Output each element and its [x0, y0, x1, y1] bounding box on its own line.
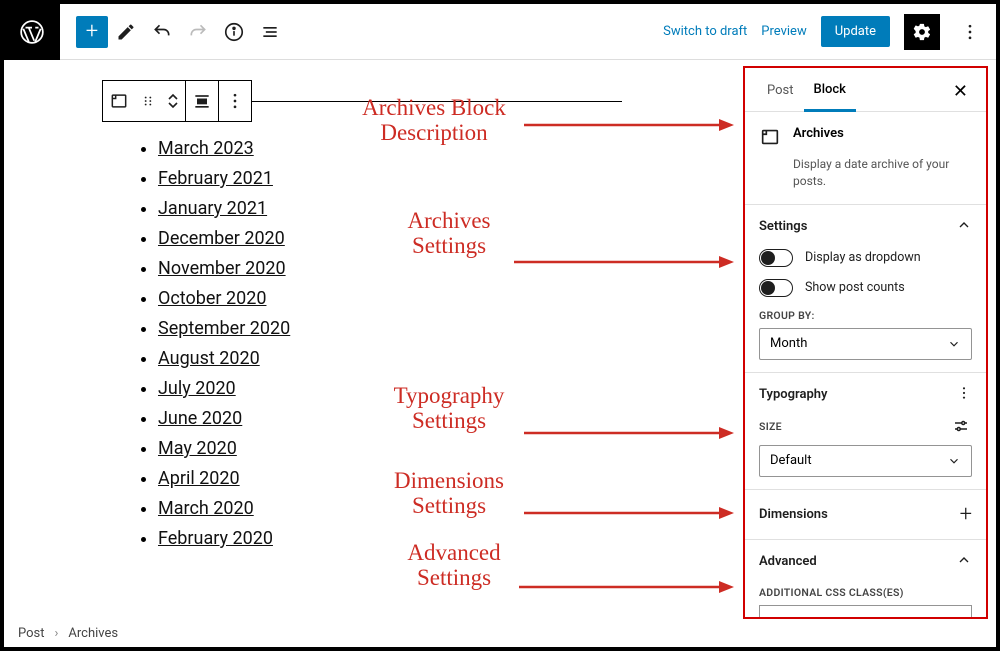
archive-item: August 2020 [158, 344, 719, 374]
archive-item: November 2020 [158, 254, 719, 284]
wordpress-logo[interactable] [4, 4, 60, 60]
archive-link[interactable]: April 2020 [158, 468, 240, 489]
more-menu-button[interactable] [954, 14, 986, 50]
archive-link[interactable]: September 2020 [158, 318, 290, 339]
archive-item: July 2020 [158, 374, 719, 404]
plus-icon[interactable]: + [960, 502, 972, 527]
dimensions-section: Dimensions + [745, 489, 986, 539]
group-by-label: Group by: [759, 309, 972, 322]
move-arrows-icon[interactable] [161, 81, 185, 121]
chevron-down-icon [947, 454, 961, 468]
archive-link[interactable]: May 2020 [158, 438, 237, 459]
advanced-section: Advanced Additional CSS class(es) [745, 539, 986, 619]
block-description: Display a date archive of your posts. [745, 156, 986, 204]
group-by-select[interactable]: Month [759, 328, 972, 360]
toggle-display-dropdown[interactable] [759, 249, 793, 267]
breadcrumb: Post › Archives [18, 626, 118, 641]
size-select[interactable]: Default [759, 445, 972, 477]
archive-item: February 2020 [158, 524, 719, 554]
tab-post[interactable]: Post [757, 73, 804, 110]
archive-item: December 2020 [158, 224, 719, 254]
archive-item: October 2020 [158, 284, 719, 314]
breadcrumb-leaf[interactable]: Archives [68, 626, 118, 641]
block-toolbar [102, 80, 252, 122]
archive-item: March 2023 [158, 134, 719, 164]
breadcrumb-root[interactable]: Post [18, 626, 45, 641]
switch-to-draft-button[interactable]: Switch to draft [663, 24, 747, 39]
info-icon[interactable] [216, 14, 252, 50]
block-more-icon[interactable] [219, 81, 251, 121]
toggle-dropdown-label: Display as dropdown [805, 250, 921, 265]
block-info: Archives [745, 112, 986, 156]
typography-more-icon[interactable] [956, 385, 972, 405]
breadcrumb-sep-icon: › [55, 626, 59, 641]
toolbar-rule [252, 101, 622, 102]
archive-link[interactable]: November 2020 [158, 258, 286, 279]
settings-sidebar: Post Block ✕ Archives Display a date arc… [743, 66, 988, 619]
settings-button[interactable] [904, 14, 940, 50]
toggle-counts-label: Show post counts [805, 280, 905, 295]
archive-item: June 2020 [158, 404, 719, 434]
advanced-section-header[interactable]: Advanced [759, 552, 972, 572]
close-sidebar-icon[interactable]: ✕ [947, 75, 974, 108]
typography-section: Typography Size Default [745, 372, 986, 489]
add-block-button[interactable]: + [76, 16, 108, 48]
block-name: Archives [793, 126, 844, 141]
editor-top-bar: + Switch to draft Preview Update [4, 4, 996, 60]
archive-item: January 2021 [158, 194, 719, 224]
archive-item: April 2020 [158, 464, 719, 494]
archive-item: May 2020 [158, 434, 719, 464]
archive-link[interactable]: October 2020 [158, 288, 266, 309]
archives-icon [759, 126, 783, 150]
dimensions-section-header[interactable]: Dimensions + [759, 502, 972, 527]
archive-item: February 2021 [158, 164, 719, 194]
drag-handle-icon[interactable] [135, 81, 161, 121]
sidebar-tabs: Post Block ✕ [745, 68, 986, 112]
archive-link[interactable]: August 2020 [158, 348, 260, 369]
archive-link[interactable]: March 2023 [158, 138, 254, 159]
archive-link[interactable]: March 2020 [158, 498, 254, 519]
archive-link[interactable]: July 2020 [158, 378, 236, 399]
archive-item: March 2020 [158, 494, 719, 524]
css-classes-label: Additional CSS class(es) [759, 586, 972, 599]
edit-tool-icon[interactable] [108, 14, 144, 50]
editor-canvas: March 2023 February 2021 January 2021 Decem… [4, 60, 743, 631]
archives-list: March 2023 February 2021 January 2021 Decem… [138, 134, 719, 554]
archive-link[interactable]: June 2020 [158, 408, 242, 429]
arrow-5 [519, 577, 734, 597]
tab-block[interactable]: Block [804, 72, 856, 112]
size-label: Size [759, 420, 782, 433]
archive-link[interactable]: February 2020 [158, 528, 273, 549]
block-type-icon[interactable] [103, 81, 135, 121]
align-icon[interactable] [186, 81, 218, 121]
preview-button[interactable]: Preview [761, 24, 806, 39]
archive-link[interactable]: January 2021 [158, 198, 267, 219]
toggle-show-counts[interactable] [759, 279, 793, 297]
settings-section: Settings Display as dropdown Show post c… [745, 204, 986, 372]
chevron-up-icon [956, 552, 972, 572]
chevron-up-icon [956, 217, 972, 237]
typography-section-header[interactable]: Typography [759, 385, 972, 405]
chevron-down-icon [947, 337, 961, 351]
update-button[interactable]: Update [821, 16, 890, 47]
archive-item: September 2020 [158, 314, 719, 344]
archive-link[interactable]: February 2021 [158, 168, 273, 189]
css-classes-input[interactable] [759, 605, 972, 619]
settings-section-header[interactable]: Settings [759, 217, 972, 237]
redo-icon[interactable] [180, 14, 216, 50]
outline-icon[interactable] [252, 14, 288, 50]
undo-icon[interactable] [144, 14, 180, 50]
size-custom-icon[interactable] [952, 417, 972, 437]
archive-link[interactable]: December 2020 [158, 228, 285, 249]
